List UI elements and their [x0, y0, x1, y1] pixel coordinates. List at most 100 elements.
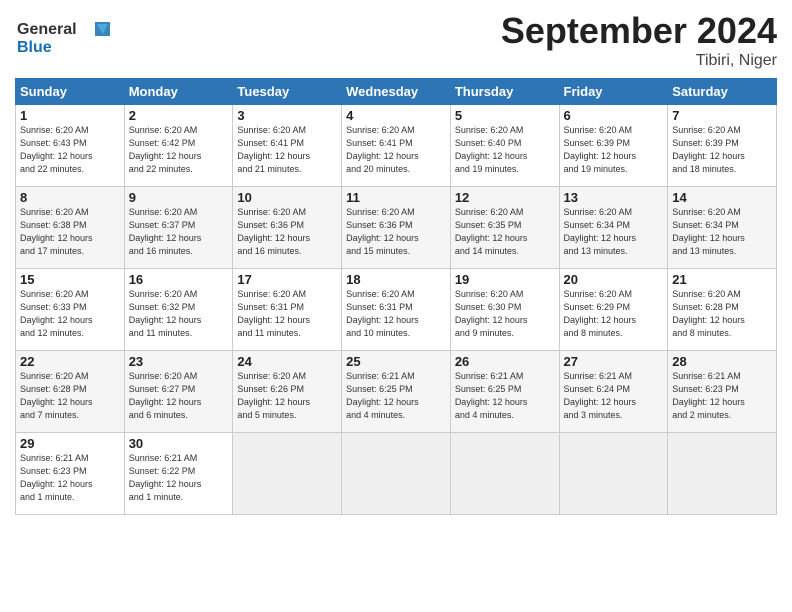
- calendar-cell: 1Sunrise: 6:20 AM Sunset: 6:43 PM Daylig…: [16, 105, 125, 187]
- calendar-cell: 17Sunrise: 6:20 AM Sunset: 6:31 PM Dayli…: [233, 269, 342, 351]
- calendar-cell: 20Sunrise: 6:20 AM Sunset: 6:29 PM Dayli…: [559, 269, 668, 351]
- day-info: Sunrise: 6:20 AM Sunset: 6:33 PM Dayligh…: [20, 288, 120, 340]
- day-info: Sunrise: 6:21 AM Sunset: 6:23 PM Dayligh…: [672, 370, 772, 422]
- svg-text:General: General: [17, 21, 77, 38]
- day-header-sunday: Sunday: [16, 79, 125, 105]
- day-number: 25: [346, 354, 446, 369]
- day-number: 2: [129, 108, 229, 123]
- day-number: 21: [672, 272, 772, 287]
- calendar-cell: 29Sunrise: 6:21 AM Sunset: 6:23 PM Dayli…: [16, 433, 125, 515]
- day-number: 3: [237, 108, 337, 123]
- day-info: Sunrise: 6:20 AM Sunset: 6:40 PM Dayligh…: [455, 124, 555, 176]
- title-area: September 2024 Tibiri, Niger: [501, 10, 777, 70]
- day-header-monday: Monday: [124, 79, 233, 105]
- day-number: 15: [20, 272, 120, 287]
- day-number: 1: [20, 108, 120, 123]
- day-number: 14: [672, 190, 772, 205]
- calendar-week-row: 1Sunrise: 6:20 AM Sunset: 6:43 PM Daylig…: [16, 105, 777, 187]
- day-info: Sunrise: 6:20 AM Sunset: 6:29 PM Dayligh…: [564, 288, 664, 340]
- day-header-tuesday: Tuesday: [233, 79, 342, 105]
- day-number: 12: [455, 190, 555, 205]
- day-info: Sunrise: 6:20 AM Sunset: 6:41 PM Dayligh…: [346, 124, 446, 176]
- calendar-cell: 6Sunrise: 6:20 AM Sunset: 6:39 PM Daylig…: [559, 105, 668, 187]
- calendar-cell: 4Sunrise: 6:20 AM Sunset: 6:41 PM Daylig…: [342, 105, 451, 187]
- day-number: 24: [237, 354, 337, 369]
- day-header-friday: Friday: [559, 79, 668, 105]
- day-number: 22: [20, 354, 120, 369]
- day-number: 6: [564, 108, 664, 123]
- calendar-cell: 22Sunrise: 6:20 AM Sunset: 6:28 PM Dayli…: [16, 351, 125, 433]
- day-number: 27: [564, 354, 664, 369]
- logo-text: General Blue: [15, 14, 125, 61]
- day-number: 23: [129, 354, 229, 369]
- calendar-cell: 11Sunrise: 6:20 AM Sunset: 6:36 PM Dayli…: [342, 187, 451, 269]
- day-number: 26: [455, 354, 555, 369]
- day-number: 5: [455, 108, 555, 123]
- calendar-cell: 16Sunrise: 6:20 AM Sunset: 6:32 PM Dayli…: [124, 269, 233, 351]
- day-number: 16: [129, 272, 229, 287]
- calendar-cell: 28Sunrise: 6:21 AM Sunset: 6:23 PM Dayli…: [668, 351, 777, 433]
- calendar-cell: 30Sunrise: 6:21 AM Sunset: 6:22 PM Dayli…: [124, 433, 233, 515]
- day-info: Sunrise: 6:20 AM Sunset: 6:31 PM Dayligh…: [346, 288, 446, 340]
- calendar-cell: 9Sunrise: 6:20 AM Sunset: 6:37 PM Daylig…: [124, 187, 233, 269]
- logo: General Blue: [15, 14, 125, 61]
- calendar-cell: 21Sunrise: 6:20 AM Sunset: 6:28 PM Dayli…: [668, 269, 777, 351]
- day-info: Sunrise: 6:21 AM Sunset: 6:25 PM Dayligh…: [346, 370, 446, 422]
- calendar-table: SundayMondayTuesdayWednesdayThursdayFrid…: [15, 78, 777, 515]
- calendar-cell: 24Sunrise: 6:20 AM Sunset: 6:26 PM Dayli…: [233, 351, 342, 433]
- day-info: Sunrise: 6:20 AM Sunset: 6:27 PM Dayligh…: [129, 370, 229, 422]
- calendar-cell: 25Sunrise: 6:21 AM Sunset: 6:25 PM Dayli…: [342, 351, 451, 433]
- day-number: 28: [672, 354, 772, 369]
- day-number: 29: [20, 436, 120, 451]
- svg-text:Blue: Blue: [17, 39, 52, 56]
- day-info: Sunrise: 6:21 AM Sunset: 6:23 PM Dayligh…: [20, 452, 120, 504]
- day-header-wednesday: Wednesday: [342, 79, 451, 105]
- day-number: 20: [564, 272, 664, 287]
- day-number: 8: [20, 190, 120, 205]
- day-number: 11: [346, 190, 446, 205]
- calendar-cell: [559, 433, 668, 515]
- calendar-cell: [450, 433, 559, 515]
- day-info: Sunrise: 6:20 AM Sunset: 6:36 PM Dayligh…: [237, 206, 337, 258]
- day-info: Sunrise: 6:20 AM Sunset: 6:34 PM Dayligh…: [564, 206, 664, 258]
- calendar-cell: 15Sunrise: 6:20 AM Sunset: 6:33 PM Dayli…: [16, 269, 125, 351]
- day-number: 13: [564, 190, 664, 205]
- day-info: Sunrise: 6:20 AM Sunset: 6:28 PM Dayligh…: [672, 288, 772, 340]
- day-info: Sunrise: 6:20 AM Sunset: 6:38 PM Dayligh…: [20, 206, 120, 258]
- day-info: Sunrise: 6:21 AM Sunset: 6:25 PM Dayligh…: [455, 370, 555, 422]
- day-info: Sunrise: 6:20 AM Sunset: 6:43 PM Dayligh…: [20, 124, 120, 176]
- day-number: 4: [346, 108, 446, 123]
- calendar-cell: [233, 433, 342, 515]
- day-info: Sunrise: 6:20 AM Sunset: 6:39 PM Dayligh…: [564, 124, 664, 176]
- calendar-week-row: 22Sunrise: 6:20 AM Sunset: 6:28 PM Dayli…: [16, 351, 777, 433]
- calendar-cell: 3Sunrise: 6:20 AM Sunset: 6:41 PM Daylig…: [233, 105, 342, 187]
- day-info: Sunrise: 6:21 AM Sunset: 6:24 PM Dayligh…: [564, 370, 664, 422]
- day-info: Sunrise: 6:20 AM Sunset: 6:31 PM Dayligh…: [237, 288, 337, 340]
- calendar-week-row: 29Sunrise: 6:21 AM Sunset: 6:23 PM Dayli…: [16, 433, 777, 515]
- header: General Blue September 2024 Tibiri, Nige…: [15, 10, 777, 70]
- calendar-cell: 18Sunrise: 6:20 AM Sunset: 6:31 PM Dayli…: [342, 269, 451, 351]
- calendar-cell: [342, 433, 451, 515]
- calendar-cell: 7Sunrise: 6:20 AM Sunset: 6:39 PM Daylig…: [668, 105, 777, 187]
- day-number: 19: [455, 272, 555, 287]
- month-title: September 2024: [501, 10, 777, 52]
- calendar-cell: 8Sunrise: 6:20 AM Sunset: 6:38 PM Daylig…: [16, 187, 125, 269]
- calendar-cell: [668, 433, 777, 515]
- page-container: General Blue September 2024 Tibiri, Nige…: [0, 0, 792, 525]
- day-info: Sunrise: 6:20 AM Sunset: 6:42 PM Dayligh…: [129, 124, 229, 176]
- calendar-cell: 10Sunrise: 6:20 AM Sunset: 6:36 PM Dayli…: [233, 187, 342, 269]
- day-info: Sunrise: 6:20 AM Sunset: 6:35 PM Dayligh…: [455, 206, 555, 258]
- day-info: Sunrise: 6:20 AM Sunset: 6:26 PM Dayligh…: [237, 370, 337, 422]
- day-info: Sunrise: 6:20 AM Sunset: 6:41 PM Dayligh…: [237, 124, 337, 176]
- day-info: Sunrise: 6:20 AM Sunset: 6:36 PM Dayligh…: [346, 206, 446, 258]
- day-header-thursday: Thursday: [450, 79, 559, 105]
- day-number: 30: [129, 436, 229, 451]
- calendar-cell: 27Sunrise: 6:21 AM Sunset: 6:24 PM Dayli…: [559, 351, 668, 433]
- calendar-cell: 19Sunrise: 6:20 AM Sunset: 6:30 PM Dayli…: [450, 269, 559, 351]
- calendar-cell: 2Sunrise: 6:20 AM Sunset: 6:42 PM Daylig…: [124, 105, 233, 187]
- day-number: 9: [129, 190, 229, 205]
- day-header-saturday: Saturday: [668, 79, 777, 105]
- location-title: Tibiri, Niger: [501, 52, 777, 70]
- calendar-cell: 12Sunrise: 6:20 AM Sunset: 6:35 PM Dayli…: [450, 187, 559, 269]
- calendar-cell: 26Sunrise: 6:21 AM Sunset: 6:25 PM Dayli…: [450, 351, 559, 433]
